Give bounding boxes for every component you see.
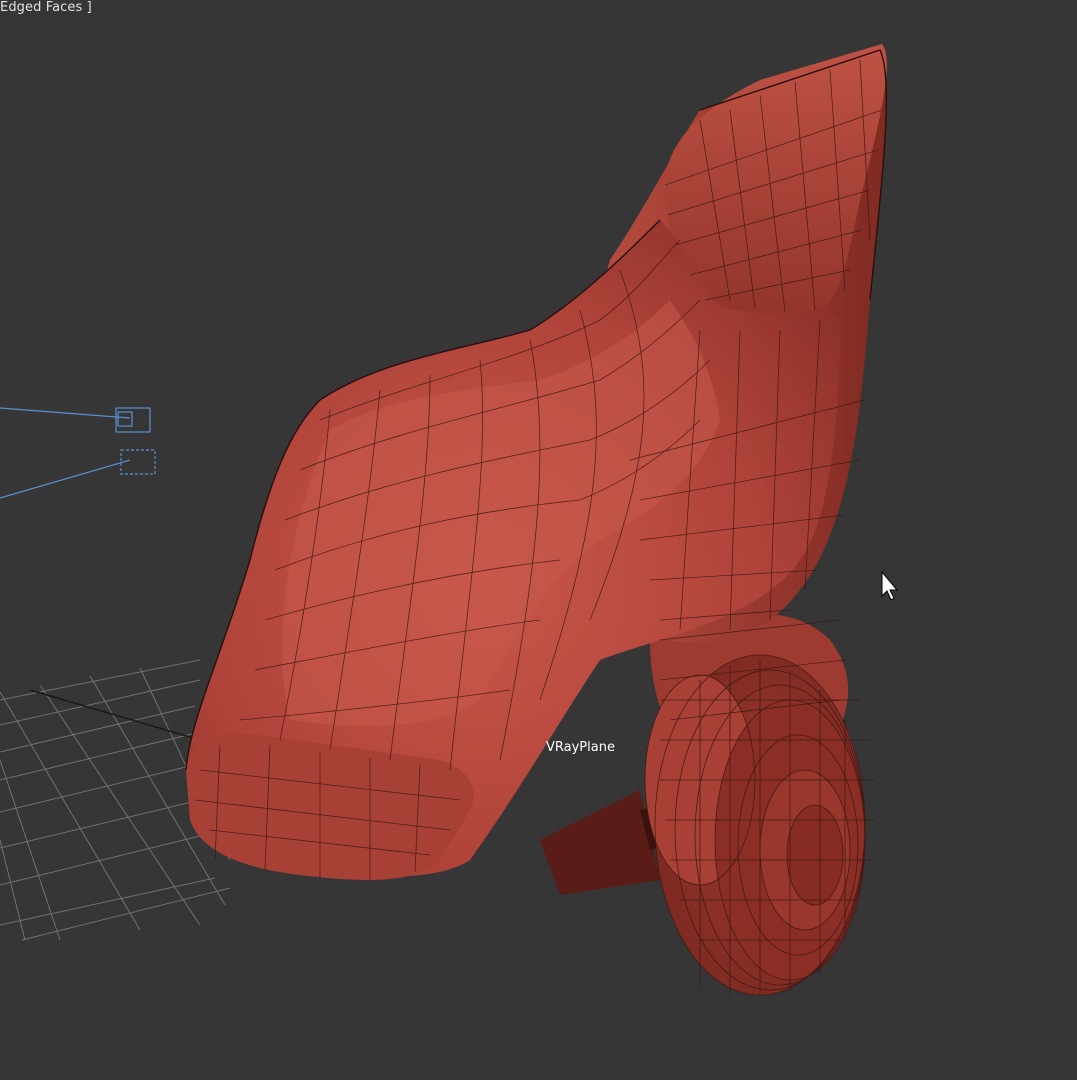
mouse-pointer-icon [881,570,899,601]
chassis-underside [540,790,660,895]
viewport-perspective[interactable]: Edged Faces ] VRayPlane [0,0,1077,1080]
scene-canvas [0,44,899,996]
viewport-shading-label[interactable]: Edged Faces ] [0,0,92,15]
grid-axis-line [29,689,201,741]
light-helper [0,407,156,499]
object-name-label: VRayPlane [546,740,615,755]
